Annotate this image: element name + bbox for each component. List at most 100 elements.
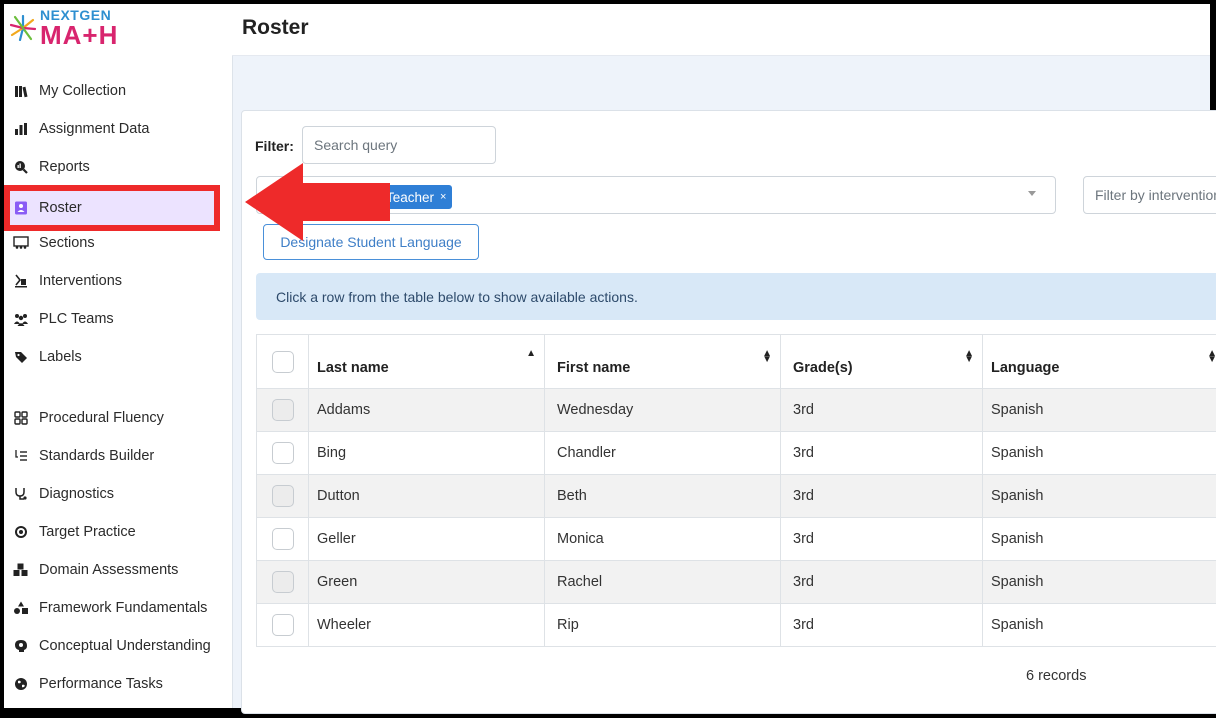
column-header-last-name[interactable]: Last name ▲: [309, 335, 545, 388]
cubes-icon: [13, 562, 29, 578]
search-input[interactable]: Search query: [302, 126, 496, 164]
contact-card-icon: [13, 200, 29, 216]
tag-label: Teacher: [386, 189, 435, 205]
cell-grade: 3rd: [781, 389, 983, 431]
column-header-language[interactable]: Language ▲ ▼: [983, 335, 1216, 388]
column-header-label: Language: [991, 360, 1060, 376]
info-alert: Click a row from the table below to show…: [256, 273, 1216, 320]
sidebar-item-label: Assignment Data: [39, 121, 150, 137]
sort-icon[interactable]: ▲ ▼: [1207, 349, 1216, 365]
sidebar-item-interventions[interactable]: Interventions: [4, 264, 228, 298]
row-select-cell: [256, 604, 309, 646]
table-row[interactable]: Dutton Beth 3rd Spanish: [256, 475, 1216, 518]
sidebar-item-label: Reports: [39, 159, 90, 175]
table-row[interactable]: Addams Wednesday 3rd Spanish: [256, 389, 1216, 432]
app-logo[interactable]: NEXTGEN MA+H: [10, 4, 118, 52]
cell-language: Spanish: [983, 561, 1216, 603]
cell-grade: 3rd: [781, 475, 983, 517]
table-row[interactable]: Wheeler Rip 3rd Spanish: [256, 604, 1216, 647]
users-icon: [13, 311, 29, 327]
sidebar-item-target-practice[interactable]: Target Practice: [4, 515, 228, 549]
row-checkbox[interactable]: [271, 485, 294, 507]
intervention-filter-input[interactable]: Filter by intervention: [1083, 176, 1216, 214]
cell-first-name: Beth: [545, 475, 781, 517]
row-checkbox[interactable]: [271, 399, 294, 421]
sidebar-item-label: Performance Tasks: [39, 676, 163, 692]
select-all-checkbox[interactable]: [271, 350, 294, 373]
sidebar-item-plc-teams[interactable]: PLC Teams: [4, 302, 228, 336]
sidebar-item-label: Roster: [39, 200, 82, 216]
annotation-arrow-icon: [245, 163, 390, 241]
sidebar-item-label: Framework Fundamentals: [39, 600, 208, 616]
pedestal-icon: [13, 273, 29, 289]
sort-icon[interactable]: ▲ ▼: [964, 349, 974, 365]
sidebar-item-diagnostics[interactable]: Diagnostics: [4, 477, 228, 511]
sidebar: NEXTGEN MA+H My Collection Assignment Da…: [4, 4, 232, 708]
sidebar-item-conceptual-understanding[interactable]: Conceptual Understanding: [4, 629, 228, 663]
table-header-row: Last name ▲ First name ▲ ▼ Grade(s) ▲ ▼ La…: [256, 334, 1216, 389]
sidebar-item-label: Conceptual Understanding: [39, 638, 211, 654]
sidebar-item-framework-fundamentals[interactable]: Framework Fundamentals: [4, 591, 228, 625]
sidebar-item-label: Labels: [39, 349, 82, 365]
sidebar-item-label: Target Practice: [39, 524, 136, 540]
teacher-filter-tag[interactable]: Teacher ×: [380, 185, 453, 209]
classroom-icon: [13, 235, 29, 251]
cell-grade: 3rd: [781, 561, 983, 603]
sidebar-item-label: Domain Assessments: [39, 562, 179, 578]
sidebar-item-sections[interactable]: Sections: [4, 226, 228, 260]
cell-language: Spanish: [983, 389, 1216, 431]
row-checkbox[interactable]: [271, 442, 294, 464]
row-checkbox[interactable]: [271, 571, 294, 593]
sidebar-item-label: Sections: [39, 235, 95, 251]
chevron-down-icon[interactable]: [1028, 191, 1036, 196]
sidebar-item-reports[interactable]: Reports: [4, 150, 228, 184]
sidebar-item-performance-tasks[interactable]: Performance Tasks: [4, 667, 228, 701]
table-row[interactable]: Bing Chandler 3rd Spanish: [256, 432, 1216, 475]
filter-label: Filter:: [255, 138, 294, 154]
cell-first-name: Rachel: [545, 561, 781, 603]
column-header-grades[interactable]: Grade(s) ▲ ▼: [781, 335, 983, 388]
table-row[interactable]: Geller Monica 3rd Spanish: [256, 518, 1216, 561]
cell-last-name: Bing: [309, 432, 545, 474]
sidebar-item-assignment-data[interactable]: Assignment Data: [4, 112, 228, 146]
select-all-cell: [256, 335, 309, 388]
search-placeholder: Search query: [314, 137, 398, 153]
stethoscope-icon: [13, 486, 29, 502]
sort-icon[interactable]: ▲ ▼: [762, 349, 772, 365]
cell-language: Spanish: [983, 432, 1216, 474]
sidebar-item-label: Diagnostics: [39, 486, 114, 502]
info-message: Click a row from the table below to show…: [276, 288, 638, 305]
cell-last-name: Wheeler: [309, 604, 545, 646]
globe-icon: [13, 676, 29, 692]
sort-asc-icon[interactable]: ▲: [526, 349, 536, 359]
row-checkbox[interactable]: [271, 528, 294, 550]
cell-language: Spanish: [983, 475, 1216, 517]
table-row[interactable]: Green Rachel 3rd Spanish: [256, 561, 1216, 604]
cell-first-name: Chandler: [545, 432, 781, 474]
logo-star-icon: [10, 15, 36, 41]
roster-table: Last name ▲ First name ▲ ▼ Grade(s) ▲ ▼ La…: [256, 334, 1216, 647]
sidebar-item-roster[interactable]: Roster: [4, 185, 220, 231]
row-checkbox[interactable]: [271, 614, 294, 636]
grid-icon: [13, 410, 29, 426]
sidebar-item-procedural-fluency[interactable]: Procedural Fluency: [4, 401, 228, 435]
record-count: 6 records: [1026, 668, 1087, 684]
sidebar-item-label: PLC Teams: [39, 311, 114, 327]
sidebar-item-standards-builder[interactable]: Standards Builder: [4, 439, 228, 473]
cell-last-name: Dutton: [309, 475, 545, 517]
tag-icon: [13, 349, 29, 365]
cell-first-name: Rip: [545, 604, 781, 646]
sidebar-item-domain-assessments[interactable]: Domain Assessments: [4, 553, 228, 587]
cell-grade: 3rd: [781, 604, 983, 646]
sidebar-item-my-collection[interactable]: My Collection: [4, 74, 228, 108]
cell-first-name: Wednesday: [545, 389, 781, 431]
column-header-first-name[interactable]: First name ▲ ▼: [545, 335, 781, 388]
row-select-cell: [256, 518, 309, 560]
column-header-label: Grade(s): [793, 360, 853, 376]
shapes-icon: [13, 600, 29, 616]
sidebar-item-labels[interactable]: Labels: [4, 340, 228, 374]
target-icon: [13, 524, 29, 540]
column-header-label: Last name: [317, 360, 389, 376]
row-select-cell: [256, 475, 309, 517]
tag-remove-icon[interactable]: ×: [440, 191, 446, 203]
